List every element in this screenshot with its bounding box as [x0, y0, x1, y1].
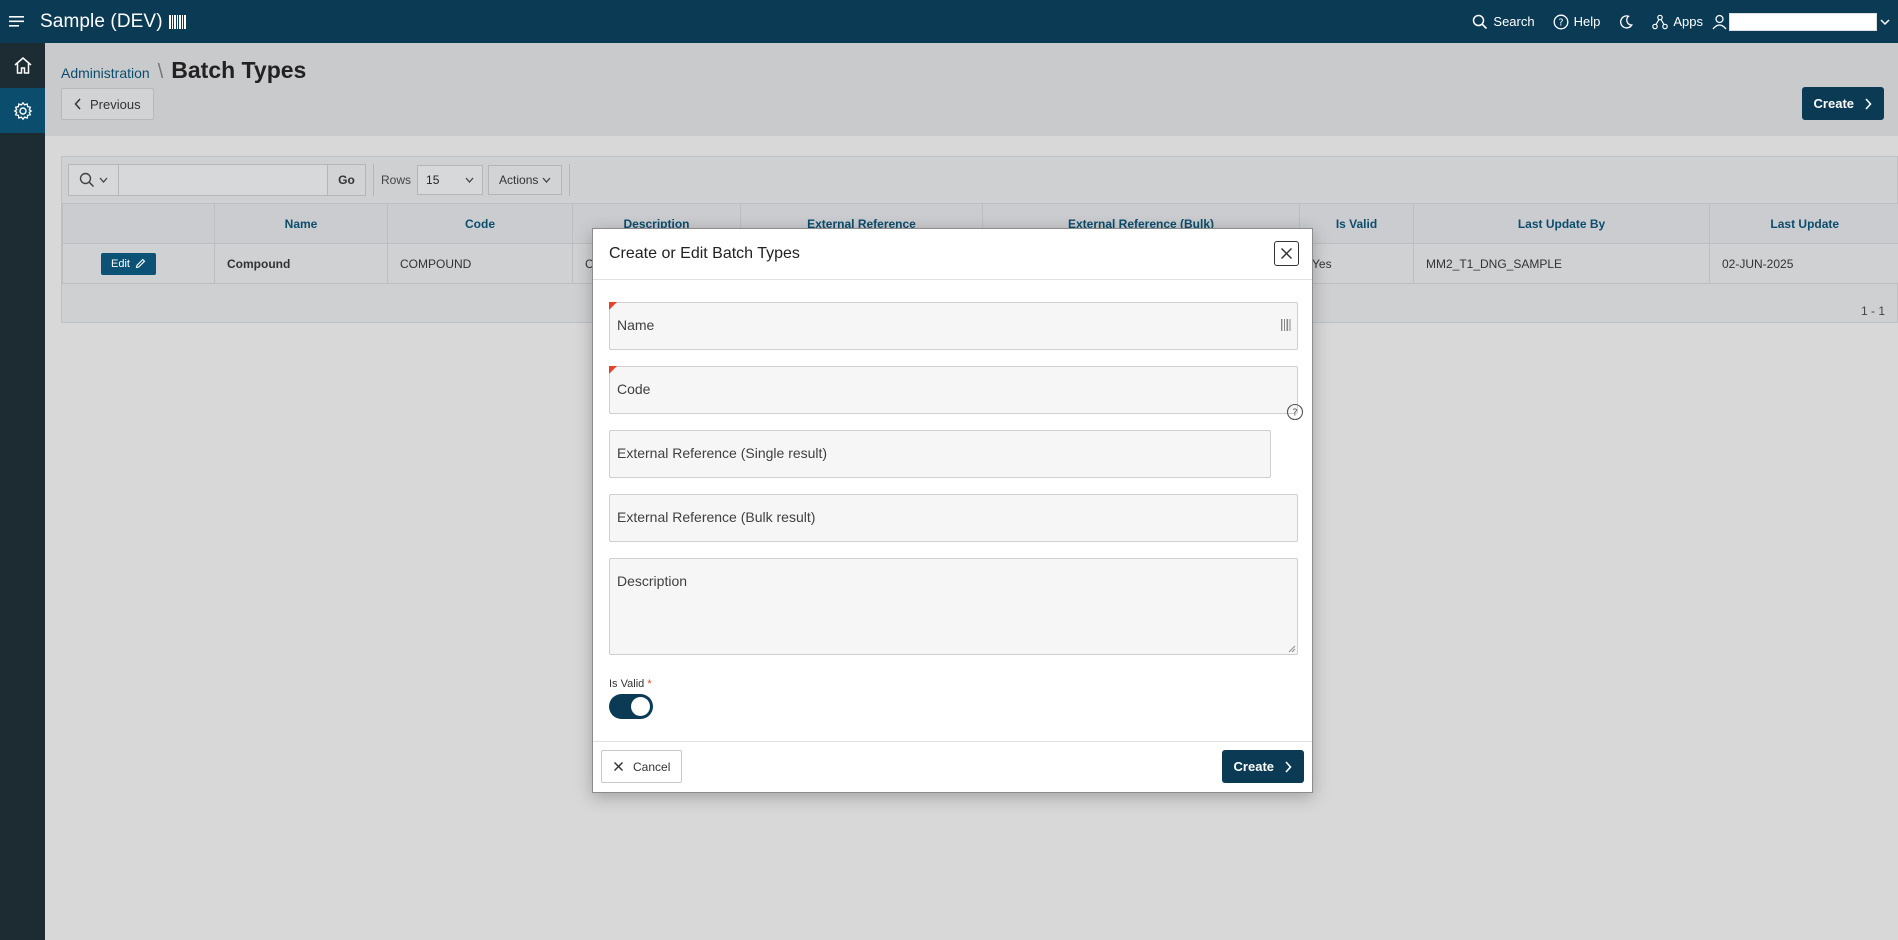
pencil-icon — [135, 258, 146, 269]
cell-last-update-by: MM2_T1_DNG_SAMPLE — [1413, 243, 1710, 284]
cell-last-update: 02-JUN-2025 — [1709, 243, 1898, 284]
batch-type-dialog: Create or Edit Batch Types Name Code Ext… — [592, 228, 1313, 793]
barcode-icon — [168, 14, 186, 29]
dialog-header: Create or Edit Batch Types — [593, 229, 1312, 280]
search-label: Search — [1493, 14, 1535, 29]
barcode-scan-icon[interactable] — [1281, 317, 1293, 333]
close-icon — [614, 762, 623, 771]
help-icon: ? — [1553, 14, 1569, 29]
apps-label: Apps — [1673, 14, 1703, 29]
column-header[interactable]: Code — [387, 203, 573, 244]
description-field[interactable]: Description — [609, 558, 1298, 655]
name-field-label: Name — [617, 317, 655, 333]
description-field-label: Description — [617, 573, 688, 589]
actions-label: Actions — [499, 173, 539, 187]
toggle-knob — [631, 697, 650, 716]
toolbar-divider — [569, 164, 571, 196]
dialog-title: Create or Edit Batch Types — [609, 245, 800, 262]
svg-text:?: ? — [1292, 408, 1297, 419]
side-nav — [0, 43, 45, 940]
chevron-right-icon — [1865, 97, 1872, 110]
resize-handle-icon[interactable] — [1288, 645, 1296, 653]
create-button[interactable]: Create — [1801, 87, 1884, 120]
report-search-input[interactable] — [119, 165, 327, 195]
previous-button[interactable]: Previous — [61, 88, 154, 120]
svg-text:?: ? — [1558, 17, 1563, 28]
cancel-label: Cancel — [633, 759, 671, 774]
chevron-left-icon — [74, 98, 81, 110]
dialog-close-button[interactable] — [1274, 241, 1299, 266]
apps-icon — [1652, 14, 1669, 29]
search-icon — [79, 172, 95, 188]
help-link[interactable]: ? Help — [1544, 0, 1610, 43]
is-valid-label: Is Valid * — [609, 678, 652, 690]
external-reference-single-label: External Reference (Single result) — [617, 445, 828, 461]
app-title[interactable]: Sample (DEV) — [40, 11, 163, 33]
chevron-down-icon[interactable] — [1880, 18, 1890, 26]
breadcrumb-separator: \ — [157, 61, 164, 83]
chevron-right-icon — [1285, 760, 1292, 773]
search-link[interactable]: Search — [1463, 0, 1543, 43]
search-group: Go — [68, 164, 366, 196]
nav-home[interactable] — [0, 43, 45, 88]
apps-link[interactable]: Apps — [1643, 0, 1712, 43]
rows-value: 15 — [426, 173, 440, 187]
nav-administration[interactable] — [0, 88, 45, 133]
help-label: Help — [1573, 14, 1601, 29]
home-icon — [14, 57, 31, 74]
close-icon — [1281, 248, 1292, 259]
page-title: Batch Types — [171, 57, 307, 83]
moon-icon — [1620, 14, 1634, 29]
chevron-down-icon — [465, 177, 474, 183]
required-indicator: * — [647, 678, 652, 690]
dialog-create-button[interactable]: Create — [1221, 750, 1304, 783]
column-header[interactable]: Last Update — [1709, 203, 1898, 244]
create-label: Create — [1813, 96, 1854, 111]
external-reference-bulk-field[interactable]: External Reference (Bulk result) — [609, 494, 1298, 542]
gear-icon — [13, 101, 32, 120]
dialog-footer: Cancel Create — [593, 741, 1312, 792]
user-icon[interactable] — [1712, 14, 1727, 30]
code-field-label: Code — [617, 381, 651, 397]
page-header: Administration \ Batch Types Previous Cr… — [45, 43, 1898, 136]
cell-code: COMPOUND — [387, 243, 573, 284]
search-column-button[interactable] — [69, 165, 119, 195]
name-field[interactable]: Name — [609, 302, 1298, 350]
menu-icon[interactable] — [0, 0, 34, 43]
rows-label: Rows — [381, 173, 412, 187]
breadcrumb: Administration \ Batch Types — [61, 57, 306, 84]
cell-is-valid: Yes — [1299, 243, 1414, 284]
code-field[interactable]: Code — [609, 366, 1298, 414]
dialog-create-label: Create — [1233, 759, 1274, 774]
cancel-button[interactable]: Cancel — [601, 750, 683, 783]
column-header[interactable]: Is Valid — [1299, 203, 1414, 244]
rows-per-page-select[interactable]: 15 — [417, 165, 484, 195]
chevron-down-icon — [542, 177, 551, 183]
edit-label: Edit — [111, 257, 130, 270]
theme-toggle[interactable] — [1609, 0, 1643, 43]
column-header[interactable]: Last Update By — [1413, 203, 1710, 244]
help-icon[interactable]: ? — [1286, 403, 1304, 421]
top-header: Sample (DEV) Search ? Help Apps — [0, 0, 1898, 43]
external-reference-single-field[interactable]: External Reference (Single result) — [609, 430, 1271, 478]
report-toolbar: Go Rows 15 Actions — [62, 157, 1897, 203]
column-header-edit — [62, 203, 215, 244]
toolbar-divider — [373, 164, 374, 196]
cell-name: Compound — [214, 243, 388, 284]
pagination-info: 1 - 1 — [1860, 304, 1885, 318]
edit-button[interactable]: Edit — [101, 252, 156, 275]
chevron-down-icon — [99, 177, 108, 183]
breadcrumb-administration[interactable]: Administration — [61, 65, 150, 81]
external-reference-bulk-label: External Reference (Bulk result) — [617, 509, 816, 525]
is-valid-label-text: Is Valid — [609, 678, 645, 690]
is-valid-toggle[interactable] — [609, 694, 653, 719]
edit-cell: Edit — [62, 243, 215, 284]
column-header[interactable]: Name — [214, 203, 388, 244]
user-name-box[interactable] — [1729, 12, 1877, 31]
actions-menu-button[interactable]: Actions — [488, 165, 563, 195]
search-icon — [1473, 14, 1488, 29]
go-button[interactable]: Go — [327, 165, 365, 195]
previous-label: Previous — [90, 96, 141, 112]
